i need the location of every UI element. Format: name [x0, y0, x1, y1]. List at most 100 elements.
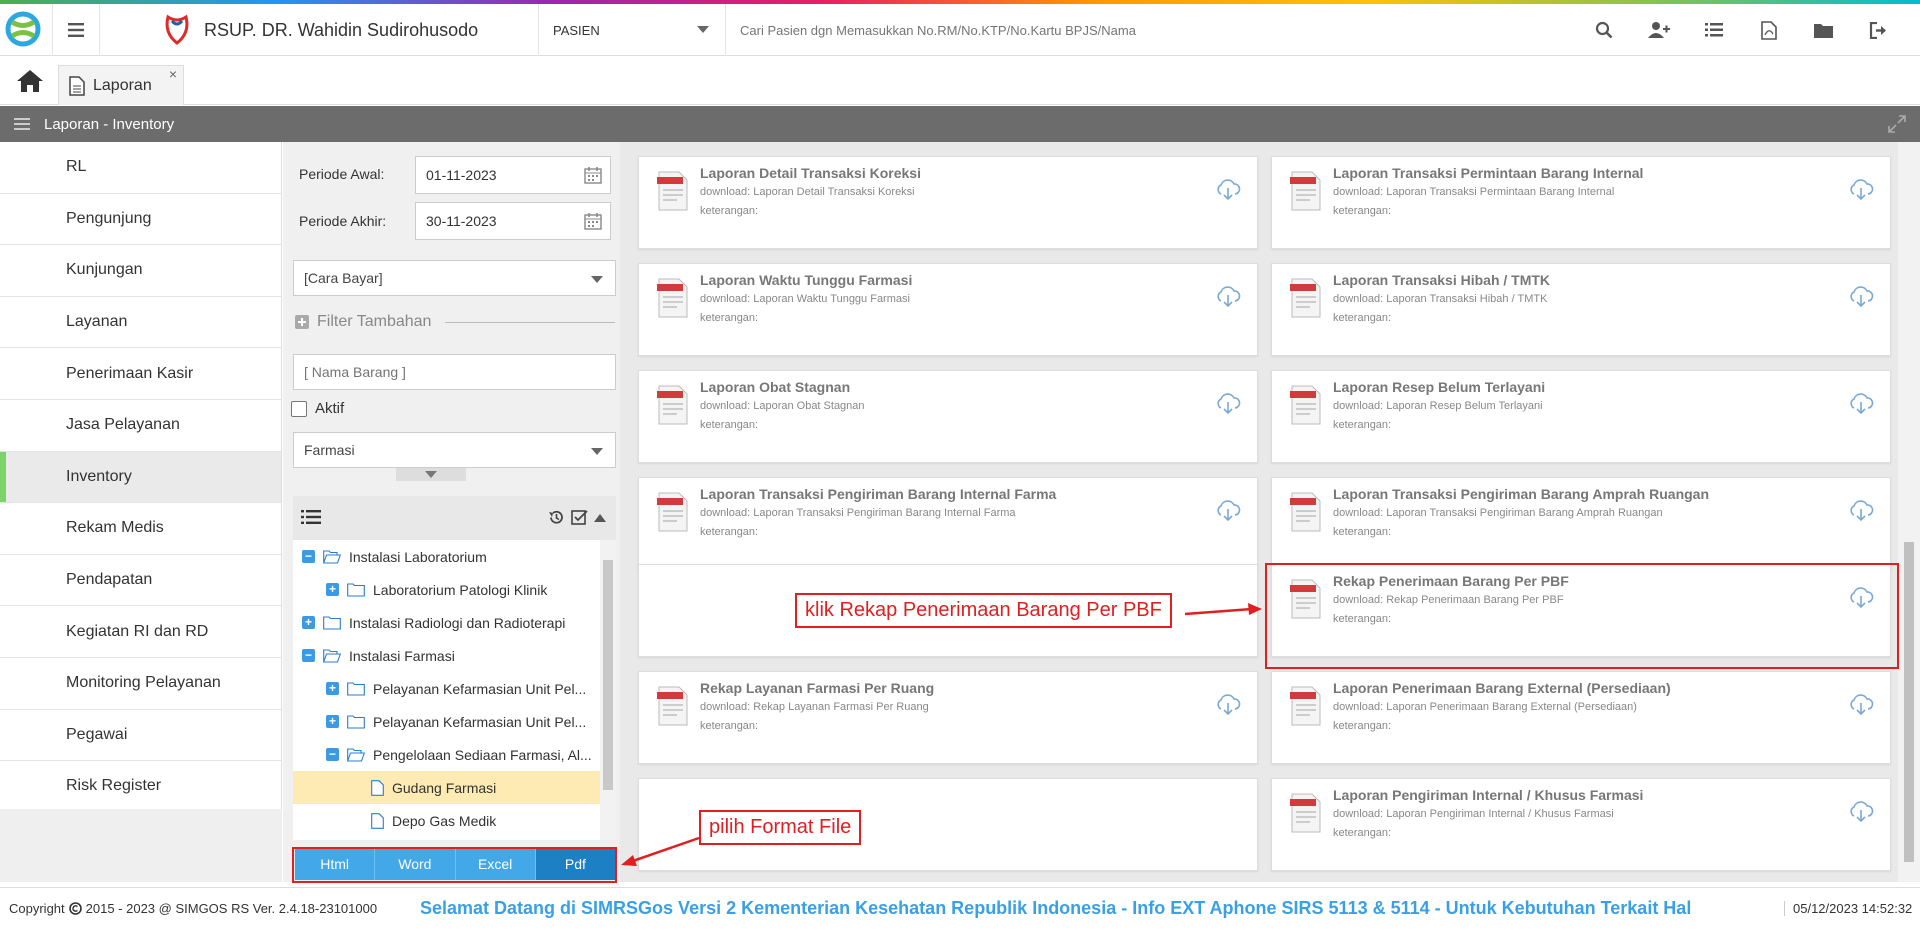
sidebar-item-kunjungan[interactable]: Kunjungan — [0, 245, 281, 297]
sidebar-item-penerimaan-kasir[interactable]: Penerimaan Kasir — [0, 348, 281, 400]
home-tab[interactable] — [16, 69, 46, 95]
tree-node-gudang-farmasi[interactable]: Gudang Farmasi — [293, 771, 600, 804]
cloud-download-icon[interactable] — [1848, 179, 1874, 201]
report-title[interactable]: Laporan Penerimaan Barang External (Pers… — [1333, 680, 1671, 696]
expand-icon[interactable]: + — [302, 616, 315, 629]
expand-icon[interactable]: + — [326, 583, 339, 596]
cloud-download-icon[interactable] — [1848, 500, 1874, 522]
sidebar-item-risk-register[interactable]: Risk Register — [0, 761, 281, 813]
download-name: Laporan Transaksi Hibah / TMTK — [1386, 293, 1548, 305]
sidebar-item-rekam-medis[interactable]: Rekam Medis — [0, 503, 281, 555]
tab-laporan[interactable]: Laporan × — [58, 65, 184, 105]
tree-node-label: Instalasi Radiologi dan Radioterapi — [349, 614, 566, 631]
tree-scrollbar[interactable] — [600, 540, 616, 840]
report-title[interactable]: Laporan Detail Transaksi Koreksi — [700, 165, 921, 181]
report-title[interactable]: Laporan Transaksi Pengiriman Barang Ampr… — [1333, 486, 1709, 502]
sidebar-item-kegiatan-ri-rd[interactable]: Kegiatan RI dan RD — [0, 606, 281, 658]
tree-node-lab-patologi-klinik[interactable]: + Laboratorium Patologi Klinik — [293, 573, 600, 606]
cloud-download-icon[interactable] — [1848, 694, 1874, 716]
report-card-laporan-detail-transaksi-koreksi[interactable]: Laporan Detail Transaksi Koreksi download… — [638, 156, 1258, 249]
collapse-icon[interactable]: − — [326, 748, 339, 761]
tree-node-instalasi-radiologi[interactable]: + Instalasi Radiologi dan Radioterapi — [293, 606, 600, 639]
expand-icon[interactable] — [1888, 115, 1906, 133]
report-card-laporan-transaksi-pengiriman-barang-amprah-ruangan[interactable]: Laporan Transaksi Pengiriman Barang Ampr… — [1271, 477, 1891, 570]
cloud-download-icon[interactable] — [1848, 393, 1874, 415]
tree-node-instalasi-farmasi[interactable]: − Instalasi Farmasi — [293, 639, 600, 672]
report-title[interactable]: Laporan Waktu Tunggu Farmasi — [700, 272, 912, 288]
sidebar-item-layanan[interactable]: Layanan — [0, 297, 281, 349]
report-title[interactable]: Rekap Layanan Farmasi Per Ruang — [700, 680, 934, 696]
patient-type-select[interactable]: PASIEN — [538, 4, 726, 56]
report-card-laporan-transaksi-permintaan-barang-internal[interactable]: Laporan Transaksi Permintaan Barang Inte… — [1271, 156, 1891, 249]
periode-akhir-field[interactable]: 30-11-2023 — [415, 202, 611, 240]
unit-select[interactable]: Farmasi — [293, 432, 616, 468]
report-card-laporan-transaksi-hibah-tmtk[interactable]: Laporan Transaksi Hibah / TMTK download: … — [1271, 263, 1891, 356]
cloud-download-icon[interactable] — [1215, 694, 1241, 716]
expand-icon[interactable]: + — [326, 682, 339, 695]
report-title[interactable]: Laporan Transaksi Pengiriman Barang Inte… — [700, 486, 1056, 502]
cloud-download-icon[interactable] — [1215, 179, 1241, 201]
tree-node-pengelolaan-sediaan[interactable]: − Pengelolaan Sediaan Farmasi, Al... — [293, 738, 600, 771]
sidebar-item-inventory[interactable]: Inventory — [0, 451, 281, 504]
tree-node-pelayanan-kefarmasian-1[interactable]: + Pelayanan Kefarmasian Unit Pel... — [293, 672, 600, 705]
add-patient-button[interactable] — [1631, 4, 1686, 56]
check-square-icon[interactable] — [571, 509, 588, 526]
report-title[interactable]: Laporan Resep Belum Terlayani — [1333, 379, 1545, 395]
periode-awal-field[interactable]: 01-11-2023 — [415, 156, 611, 194]
cloud-download-icon[interactable] — [1215, 393, 1241, 415]
filter-collapse-handle[interactable] — [396, 468, 466, 481]
report-card-laporan-penerimaan-barang-external-persediaan[interactable]: Laporan Penerimaan Barang External (Pers… — [1271, 671, 1891, 764]
chevron-up-icon[interactable] — [594, 513, 606, 522]
list-button[interactable] — [1686, 4, 1741, 56]
report-card-laporan-resep-belum-terlayani[interactable]: Laporan Resep Belum Terlayani download: L… — [1271, 370, 1891, 463]
collapse-icon[interactable]: − — [302, 550, 315, 563]
collapse-icon[interactable]: − — [302, 649, 315, 662]
report-title[interactable]: Laporan Pengiriman Internal / Khusus Far… — [1333, 787, 1643, 803]
report-title[interactable]: Laporan Transaksi Hibah / TMTK — [1333, 272, 1550, 288]
hamburger-menu-button[interactable] — [52, 4, 100, 56]
cloud-download-icon[interactable] — [1215, 286, 1241, 308]
sidebar-item-pengunjung[interactable]: Pengunjung — [0, 194, 281, 246]
report-pdf-icon — [1290, 278, 1321, 318]
report-card-laporan-pengiriman-internal-khusus-farmasi[interactable]: Laporan Pengiriman Internal / Khusus Far… — [1271, 778, 1891, 871]
report-title[interactable]: Laporan Transaksi Permintaan Barang Inte… — [1333, 165, 1643, 181]
report-card-laporan-obat-stagnan[interactable]: Laporan Obat Stagnan download: Laporan Ob… — [638, 370, 1258, 463]
aktif-checkbox[interactable] — [291, 400, 307, 417]
search-button[interactable] — [1576, 4, 1631, 56]
report-card-laporan-transaksi-pengiriman-barang-internal-farma[interactable]: Laporan Transaksi Pengiriman Barang Inte… — [638, 477, 1258, 570]
report-keterangan: keterangan: — [1333, 827, 1392, 839]
sidebar-item-monitoring-pelayanan[interactable]: Monitoring Pelayanan — [0, 658, 281, 710]
panel-menu-button[interactable] — [0, 118, 44, 130]
folder-button[interactable] — [1796, 4, 1851, 56]
tree-node-depo-gas-medik[interactable]: Depo Gas Medik — [293, 804, 600, 837]
pdf-button[interactable] — [1741, 4, 1796, 56]
sidebar-item-jasa-pelayanan[interactable]: Jasa Pelayanan — [0, 400, 281, 452]
tree-node-instalasi-laboratorium[interactable]: − Instalasi Laboratorium — [293, 540, 600, 573]
scrollbar-thumb[interactable] — [603, 560, 613, 790]
list-icon[interactable] — [301, 509, 321, 525]
cara-bayar-select[interactable]: [Cara Bayar] — [293, 260, 616, 296]
patient-search-input[interactable] — [740, 4, 1580, 56]
calendar-icon[interactable] — [584, 212, 602, 230]
sidebar-item-rl[interactable]: RL — [0, 142, 281, 194]
tree-node-pelayanan-kefarmasian-2[interactable]: + Pelayanan Kefarmasian Unit Pel... — [293, 705, 600, 738]
cloud-download-icon[interactable] — [1848, 801, 1874, 823]
sidebar-item-pendapatan[interactable]: Pendapatan — [0, 555, 281, 607]
pdf-file-icon — [1760, 20, 1777, 40]
cloud-download-icon[interactable] — [1848, 286, 1874, 308]
filter-tambahan-toggle[interactable]: Filter Tambahan — [295, 312, 615, 332]
calendar-icon[interactable] — [584, 166, 602, 184]
report-card-laporan-waktu-tunggu-farmasi[interactable]: Laporan Waktu Tunggu Farmasi download: La… — [638, 263, 1258, 356]
report-card-rekap-layanan-farmasi-per-ruang[interactable]: Rekap Layanan Farmasi Per Ruang download:… — [638, 671, 1258, 764]
expand-icon[interactable]: + — [326, 715, 339, 728]
close-tab-icon[interactable]: × — [169, 66, 177, 82]
cloud-download-icon[interactable] — [1215, 500, 1241, 522]
scrollbar-thumb[interactable] — [1904, 542, 1914, 862]
sidebar-item-pegawai[interactable]: Pegawai — [0, 710, 281, 762]
logout-button[interactable] — [1851, 4, 1906, 56]
report-scrollbar[interactable] — [1898, 142, 1920, 882]
nama-barang-input[interactable] — [293, 354, 616, 390]
history-icon[interactable] — [548, 509, 565, 526]
simgos-logo[interactable] — [4, 10, 42, 48]
report-title[interactable]: Laporan Obat Stagnan — [700, 379, 850, 395]
